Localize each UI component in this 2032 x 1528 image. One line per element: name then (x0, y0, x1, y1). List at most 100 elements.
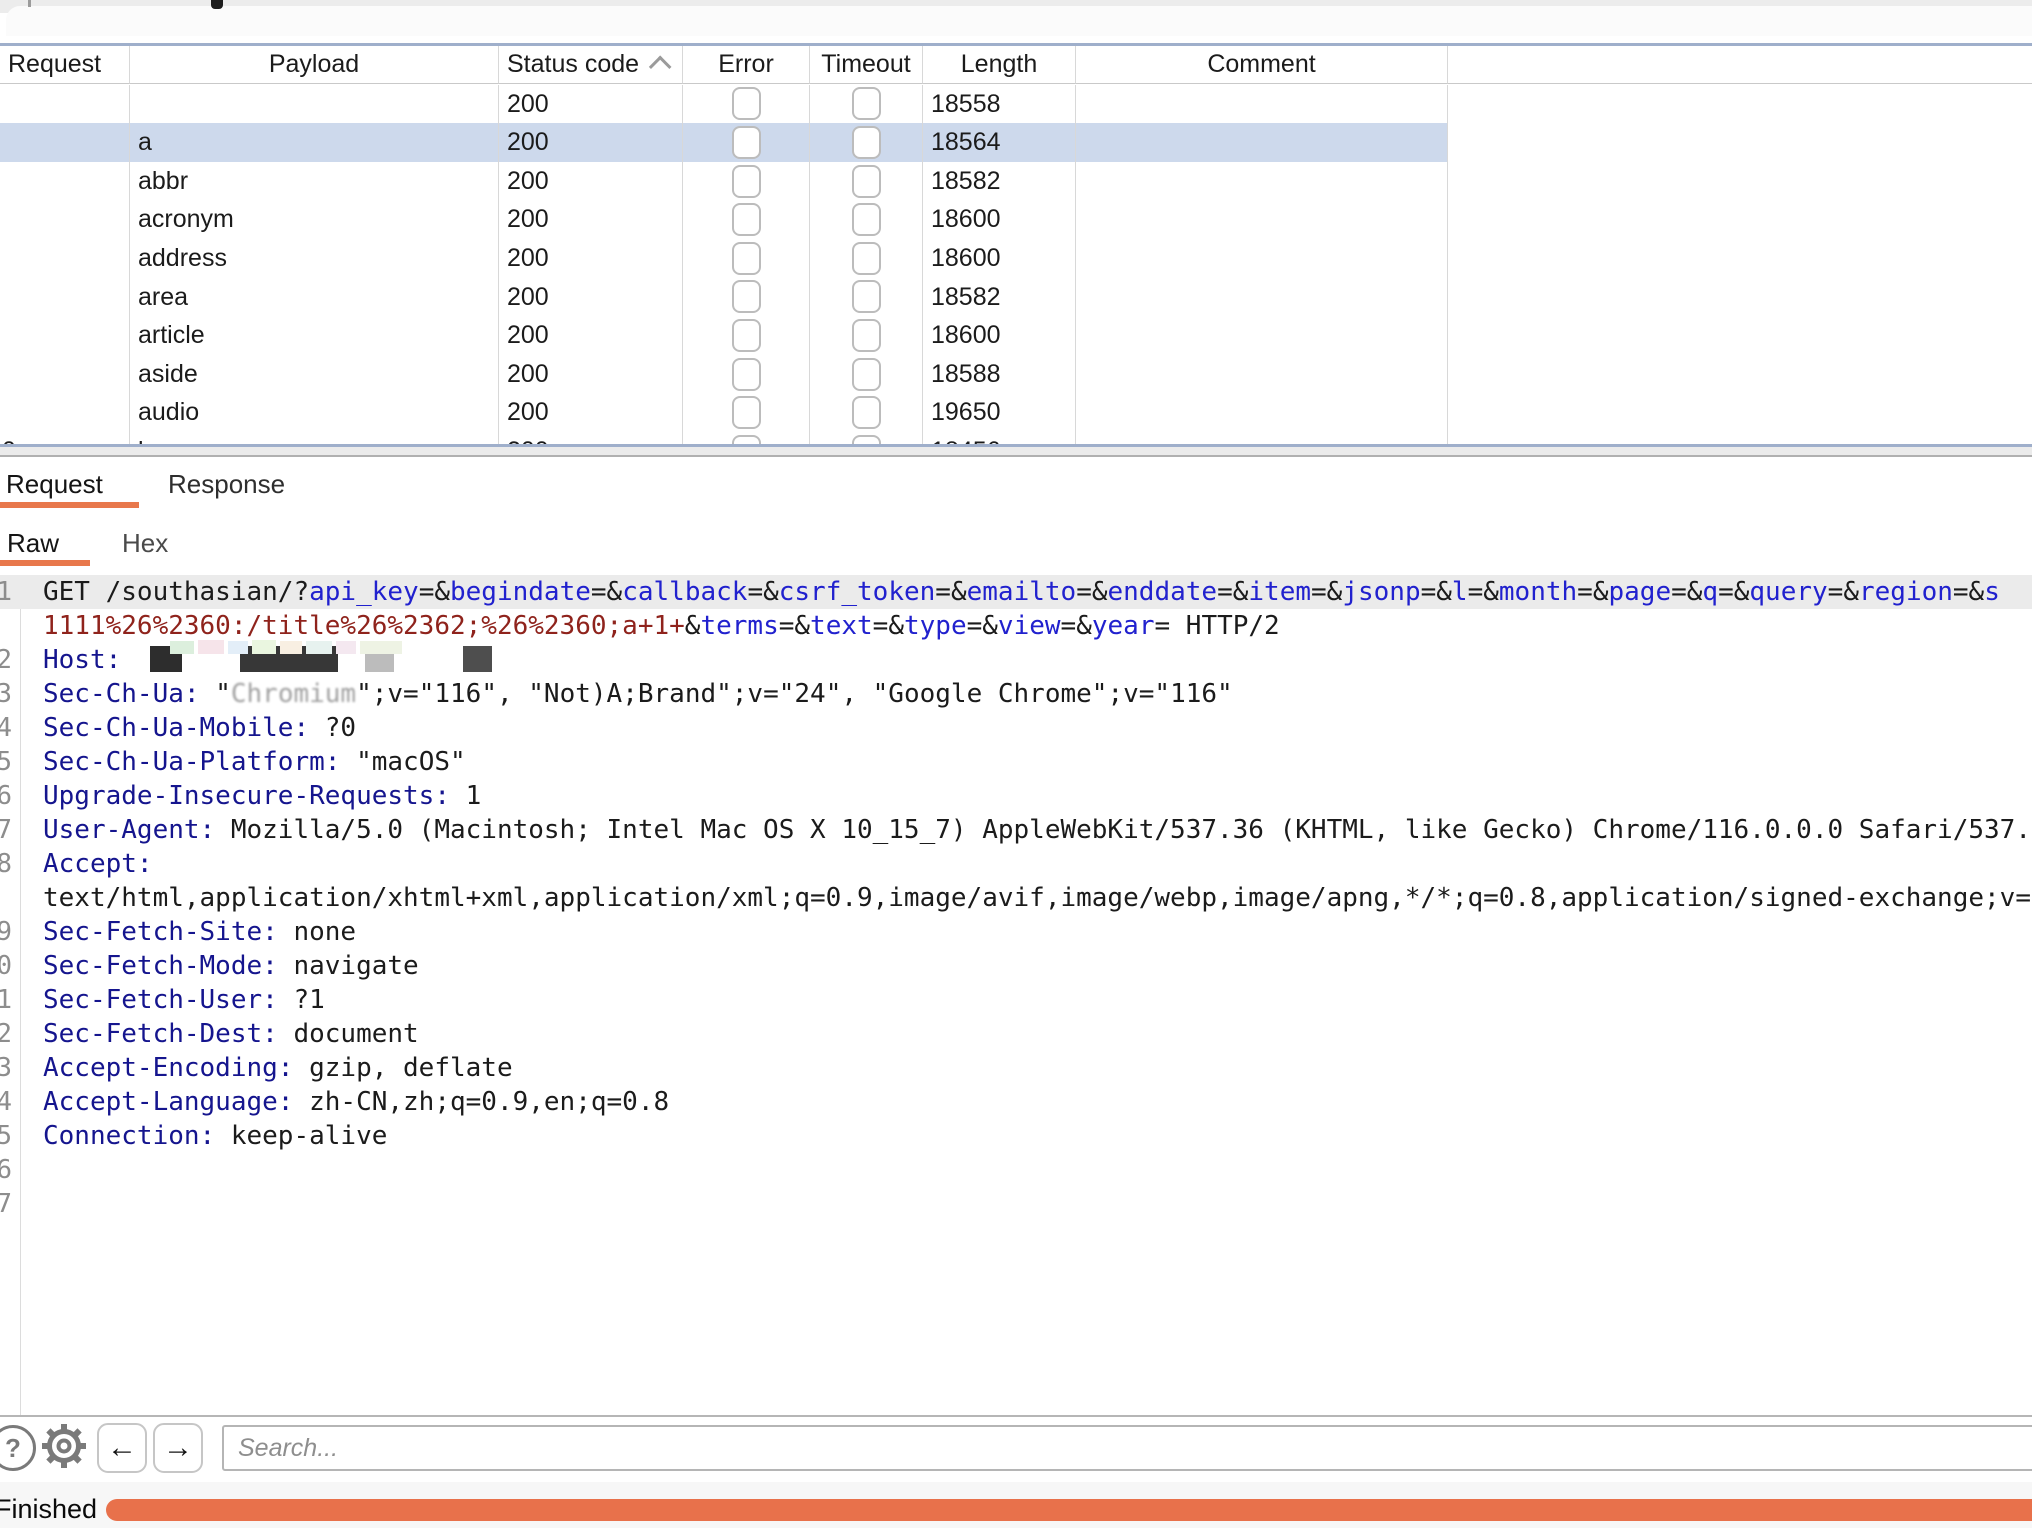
tab-hex[interactable]: Hex (122, 528, 168, 559)
error-checkbox[interactable] (732, 203, 761, 236)
row-7-length[interactable]: 18588 (923, 355, 1076, 394)
row-8-request-number[interactable] (0, 393, 130, 432)
timeout-checkbox[interactable] (852, 435, 881, 444)
column-header-timeout[interactable]: Timeout (810, 46, 923, 84)
row-5-payload[interactable]: area (130, 278, 499, 317)
row-0-comment[interactable] (1076, 85, 1448, 124)
timeout-checkbox[interactable] (852, 87, 881, 120)
tab-raw-active-underline (0, 560, 90, 566)
search-input[interactable] (222, 1425, 2032, 1471)
row-5-length[interactable]: 18582 (923, 278, 1076, 317)
row-6-request-number[interactable] (0, 316, 130, 355)
row-4-comment[interactable] (1076, 239, 1448, 278)
error-checkbox[interactable] (732, 242, 761, 275)
row-2-request-number[interactable] (0, 162, 130, 201)
help-icon[interactable]: ? (0, 1425, 36, 1471)
row-5-comment[interactable] (1076, 278, 1448, 317)
row-7-comment[interactable] (1076, 355, 1448, 394)
attack-status-label: Finished (0, 1494, 97, 1525)
row-7-payload[interactable]: aside (130, 355, 499, 394)
row-3-length[interactable]: 18600 (923, 200, 1076, 239)
row-9-request-number[interactable]: 0 (0, 432, 130, 444)
row-2-comment[interactable] (1076, 162, 1448, 201)
pane-splitter[interactable] (0, 447, 2032, 455)
timeout-checkbox[interactable] (852, 280, 881, 313)
row-0-status-code[interactable]: 200 (499, 85, 683, 124)
row-8-length[interactable]: 19650 (923, 393, 1076, 432)
row-6-status-code[interactable]: 200 (499, 316, 683, 355)
error-checkbox[interactable] (732, 126, 761, 159)
error-checkbox[interactable] (732, 319, 761, 352)
row-3-comment[interactable] (1076, 200, 1448, 239)
previous-button[interactable]: ← (97, 1423, 147, 1473)
row-6-length[interactable]: 18600 (923, 316, 1076, 355)
row-9-length[interactable]: 18456 (923, 432, 1076, 444)
row-4-payload[interactable]: address (130, 239, 499, 278)
row-7-timeout-cell (810, 355, 923, 394)
next-button[interactable]: → (153, 1423, 203, 1473)
row-1-length[interactable]: 18564 (923, 123, 1076, 162)
timeout-checkbox[interactable] (852, 203, 881, 236)
row-8-status-code[interactable]: 200 (499, 393, 683, 432)
tab-raw[interactable]: Raw (7, 528, 59, 559)
error-checkbox[interactable] (732, 165, 761, 198)
error-checkbox[interactable] (732, 280, 761, 313)
error-checkbox[interactable] (732, 87, 761, 120)
column-header-spacer (1448, 46, 2032, 84)
column-header-status-code[interactable]: Status code (499, 46, 683, 84)
column-header-comment[interactable]: Comment (1076, 46, 1448, 84)
row-2-status-code[interactable]: 200 (499, 162, 683, 201)
row-1-request-number[interactable] (0, 123, 130, 162)
tab-request[interactable]: Request (6, 469, 103, 500)
row-2-length[interactable]: 18582 (923, 162, 1076, 201)
row-8-comment[interactable] (1076, 393, 1448, 432)
timeout-checkbox[interactable] (852, 126, 881, 159)
row-5-status-code[interactable]: 200 (499, 278, 683, 317)
redaction-block (463, 646, 492, 672)
row-2-payload[interactable]: abbr (130, 162, 499, 201)
timeout-checkbox[interactable] (852, 358, 881, 391)
row-2-spacer (1448, 162, 2032, 201)
row-3-payload[interactable]: acronym (130, 200, 499, 239)
row-4-request-number[interactable] (0, 239, 130, 278)
row-9-payload[interactable]: b (130, 432, 499, 444)
row-8-payload[interactable]: audio (130, 393, 499, 432)
error-checkbox[interactable] (732, 435, 761, 444)
error-checkbox[interactable] (732, 358, 761, 391)
request-line: 7 (0, 1187, 2032, 1221)
settings-gear-icon[interactable] (38, 1420, 90, 1472)
row-0-length[interactable]: 18558 (923, 85, 1076, 124)
row-3-status-code[interactable]: 200 (499, 200, 683, 239)
row-4-length[interactable]: 18600 (923, 239, 1076, 278)
row-0-payload[interactable] (130, 85, 499, 124)
request-editor[interactable]: 1GET /southasian/?api_key=&begindate=&ca… (0, 575, 2032, 1415)
row-9-comment[interactable] (1076, 432, 1448, 444)
tab-response[interactable]: Response (168, 469, 285, 500)
column-header-length[interactable]: Length (923, 46, 1076, 84)
row-6-payload[interactable]: article (130, 316, 499, 355)
row-9-status-code[interactable]: 200 (499, 432, 683, 444)
row-1-comment[interactable] (1076, 123, 1448, 162)
column-header-error[interactable]: Error (683, 46, 810, 84)
timeout-checkbox[interactable] (852, 319, 881, 352)
row-4-status-code[interactable]: 200 (499, 239, 683, 278)
row-5-request-number[interactable] (0, 278, 130, 317)
error-checkbox[interactable] (732, 396, 761, 429)
line-number: 7 (0, 1187, 12, 1221)
row-7-request-number[interactable] (0, 355, 130, 394)
column-header-payload[interactable]: Payload (130, 46, 499, 84)
line-content: Accept-Language: zh-CN,zh;q=0.9,en;q=0.8 (43, 1085, 2032, 1119)
row-7-status-code[interactable]: 200 (499, 355, 683, 394)
column-header-request[interactable]: Request (0, 46, 130, 84)
row-1-payload[interactable]: a (130, 123, 499, 162)
timeout-checkbox[interactable] (852, 165, 881, 198)
timeout-checkbox[interactable] (852, 242, 881, 275)
line-number: 8 (0, 847, 12, 881)
timeout-checkbox[interactable] (852, 396, 881, 429)
row-3-request-number[interactable] (0, 200, 130, 239)
row-1-status-code[interactable]: 200 (499, 123, 683, 162)
row-6-comment[interactable] (1076, 316, 1448, 355)
row-0-request-number[interactable] (0, 85, 130, 124)
row-6-spacer (1448, 316, 2032, 355)
row-9-timeout-cell (810, 432, 923, 444)
